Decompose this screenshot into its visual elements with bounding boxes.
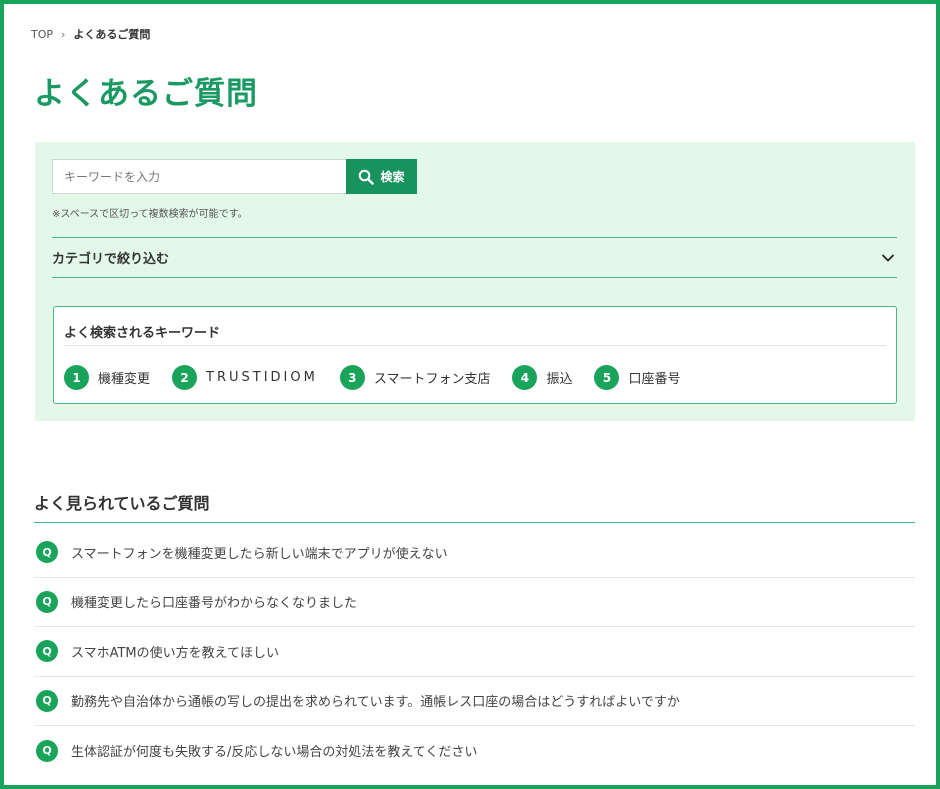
- search-row: 検索: [52, 159, 417, 194]
- keyword-rank-badge: 2: [172, 365, 198, 390]
- category-filter-toggle[interactable]: カテゴリで絞り込む: [52, 237, 897, 278]
- question-badge-icon: Q: [36, 739, 58, 762]
- faq-item[interactable]: Q 機種変更したら口座番号がわからなくなりました: [34, 578, 915, 627]
- popular-keywords-box: よく検索されるキーワード 1 機種変更 2 TRUSTIDIOM 3 スマートフ…: [53, 306, 897, 404]
- search-button[interactable]: 検索: [346, 159, 417, 194]
- breadcrumb-current: よくあるご質問: [73, 28, 151, 41]
- faq-question-text: 機種変更したら口座番号がわからなくなりました: [71, 596, 358, 612]
- page-frame: TOP › よくあるご質問 よくあるご質問 検索 ※スペースで区切って複数検索が…: [0, 0, 940, 789]
- faq-item[interactable]: Q 勤務先や自治体から通帳の写しの提出を求められています。通帳レス口座の場合はど…: [34, 677, 915, 726]
- faq-question-text: 生体認証が何度も失敗する/反応しない場合の対処法を教えてください: [71, 745, 478, 761]
- keyword-label: 機種変更: [98, 372, 151, 387]
- category-filter-label: カテゴリで絞り込む: [52, 252, 170, 267]
- search-input[interactable]: [52, 159, 346, 194]
- question-badge-icon: Q: [36, 689, 58, 712]
- keyword-item[interactable]: 2 TRUSTIDIOM: [172, 365, 318, 390]
- faq-list: Q スマートフォンを機種変更したら新しい端末でアプリが使えない Q 機種変更した…: [34, 528, 915, 776]
- faq-item[interactable]: Q スマホATMの使い方を教えてほしい: [34, 627, 915, 677]
- keyword-label: TRUSTIDIOM: [206, 370, 318, 385]
- search-button-label: 検索: [380, 170, 405, 184]
- search-panel: 検索 ※スペースで区切って複数検索が可能です。 カテゴリで絞り込む よく検索され…: [35, 142, 915, 421]
- keyword-label: スマートフォン支店: [373, 372, 491, 387]
- search-note: ※スペースで区切って複数検索が可能です。: [52, 209, 248, 220]
- search-icon: [359, 169, 375, 185]
- faq-question-text: 勤務先や自治体から通帳の写しの提出を求められています。通帳レス口座の場合はどうす…: [71, 695, 680, 711]
- faq-item[interactable]: Q スマートフォンを機種変更したら新しい端末でアプリが使えない: [34, 528, 915, 578]
- keyword-rank-badge: 5: [594, 365, 620, 390]
- keyword-label: 口座番号: [628, 372, 681, 387]
- question-badge-icon: Q: [36, 640, 58, 663]
- keyword-item[interactable]: 1 機種変更: [64, 365, 150, 390]
- popular-keywords-list: 1 機種変更 2 TRUSTIDIOM 3 スマートフォン支店 4 振込 5 口…: [64, 365, 702, 390]
- faq-question-text: スマホATMの使い方を教えてほしい: [71, 645, 280, 661]
- popular-keywords-divider: [64, 345, 886, 346]
- page-title: よくあるご質問: [34, 76, 258, 112]
- popular-keywords-title: よく検索されるキーワード: [64, 326, 221, 341]
- keyword-rank-badge: 3: [339, 365, 365, 390]
- breadcrumb-home-link[interactable]: TOP: [31, 28, 53, 41]
- keyword-item[interactable]: 4 振込: [512, 365, 572, 390]
- faq-section-title: よく見られているご質問: [34, 494, 210, 513]
- question-badge-icon: Q: [36, 541, 58, 564]
- faq-section-divider: [34, 522, 915, 523]
- breadcrumb: TOP › よくあるご質問: [31, 26, 150, 42]
- keyword-rank-badge: 4: [512, 365, 538, 390]
- question-badge-icon: Q: [36, 590, 58, 613]
- breadcrumb-separator: ›: [61, 27, 66, 41]
- keyword-rank-badge: 1: [64, 365, 89, 390]
- keyword-label: 振込: [546, 372, 573, 387]
- keyword-item[interactable]: 5 口座番号: [594, 365, 680, 390]
- keyword-item[interactable]: 3 スマートフォン支店: [339, 365, 491, 390]
- faq-item[interactable]: Q 生体認証が何度も失敗する/反応しない場合の対処法を教えてください: [34, 726, 915, 776]
- faq-question-text: スマートフォンを機種変更したら新しい端末でアプリが使えない: [71, 546, 448, 562]
- chevron-down-icon: [882, 254, 894, 261]
